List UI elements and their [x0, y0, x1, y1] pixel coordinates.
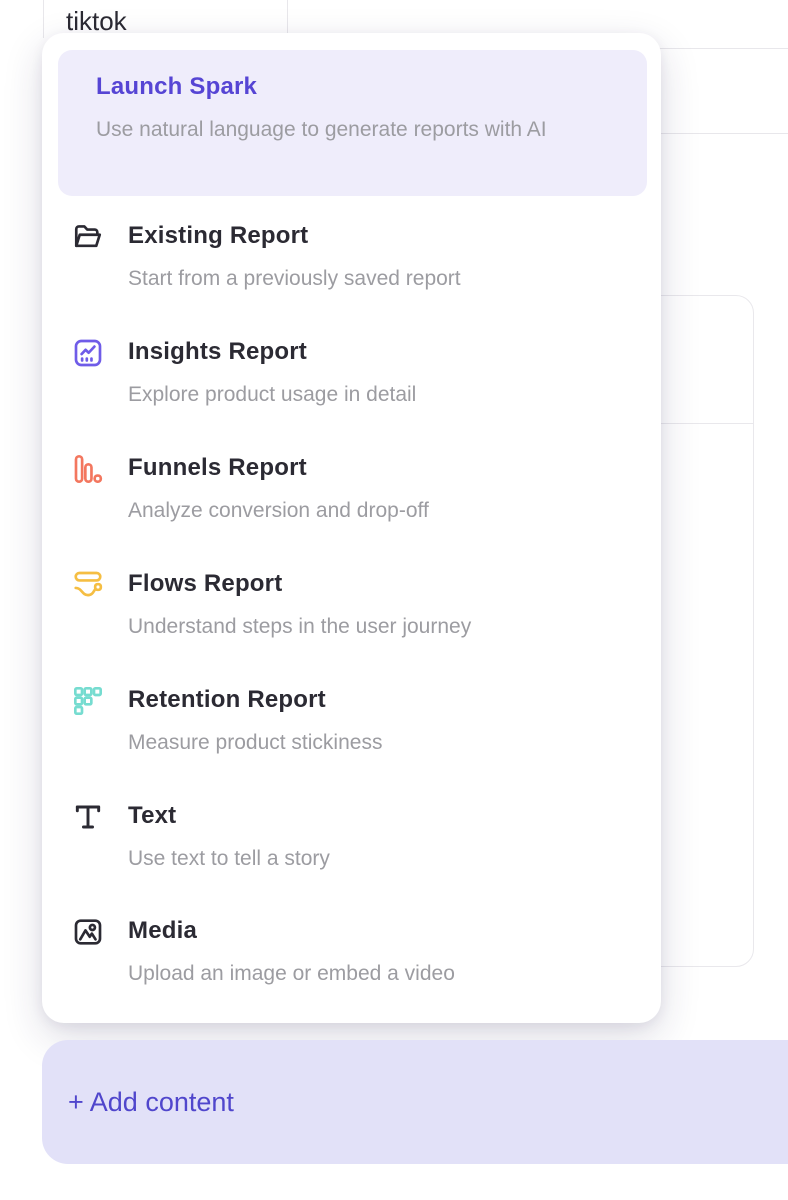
menu-item-title: Retention Report	[128, 684, 382, 716]
retention-grid-icon	[72, 685, 104, 717]
menu-item-description: Upload an image or embed a video	[128, 957, 455, 990]
flows-icon	[72, 569, 104, 601]
menu-item-title: Funnels Report	[128, 452, 429, 484]
add-content-menu: Launch Spark Use natural language to gen…	[42, 33, 661, 1023]
menu-item-title: Existing Report	[128, 220, 461, 252]
menu-item-launch-spark[interactable]: Launch Spark Use natural language to gen…	[58, 50, 647, 196]
text-icon	[72, 801, 104, 833]
folder-open-icon	[72, 221, 104, 253]
background-table-vline-left	[43, 0, 44, 38]
menu-item-title: Insights Report	[128, 336, 416, 368]
menu-item-description: Understand steps in the user journey	[128, 610, 471, 643]
menu-item-description: Use text to tell a story	[128, 842, 330, 875]
menu-item-title: Flows Report	[128, 568, 471, 600]
media-image-icon	[72, 916, 104, 948]
menu-item-title: Launch Spark	[96, 71, 547, 103]
menu-item-funnels-report[interactable]: Funnels Report Analyze conversion and dr…	[72, 452, 637, 527]
menu-item-existing-report[interactable]: Existing Report Start from a previously …	[72, 220, 637, 295]
menu-item-description: Measure product stickiness	[128, 726, 382, 759]
funnel-bars-icon	[72, 453, 104, 485]
menu-item-description: Use natural language to generate reports…	[96, 113, 547, 146]
board-page: tiktok Launch Spark Use natural language…	[0, 0, 788, 1200]
insights-chart-icon	[72, 337, 104, 369]
menu-item-insights-report[interactable]: Insights Report Explore product usage in…	[72, 336, 637, 411]
menu-item-title: Text	[128, 800, 330, 832]
menu-item-text[interactable]: Text Use text to tell a story	[72, 800, 637, 875]
add-content-label: + Add content	[68, 1087, 234, 1118]
menu-item-description: Analyze conversion and drop-off	[128, 494, 429, 527]
menu-item-description: Explore product usage in detail	[128, 378, 416, 411]
menu-item-flows-report[interactable]: Flows Report Understand steps in the use…	[72, 568, 637, 643]
menu-item-description: Start from a previously saved report	[128, 262, 461, 295]
menu-item-media[interactable]: Media Upload an image or embed a video	[72, 915, 637, 990]
add-content-button[interactable]: + Add content	[42, 1040, 788, 1164]
menu-item-retention-report[interactable]: Retention Report Measure product stickin…	[72, 684, 637, 759]
menu-item-title: Media	[128, 915, 455, 947]
